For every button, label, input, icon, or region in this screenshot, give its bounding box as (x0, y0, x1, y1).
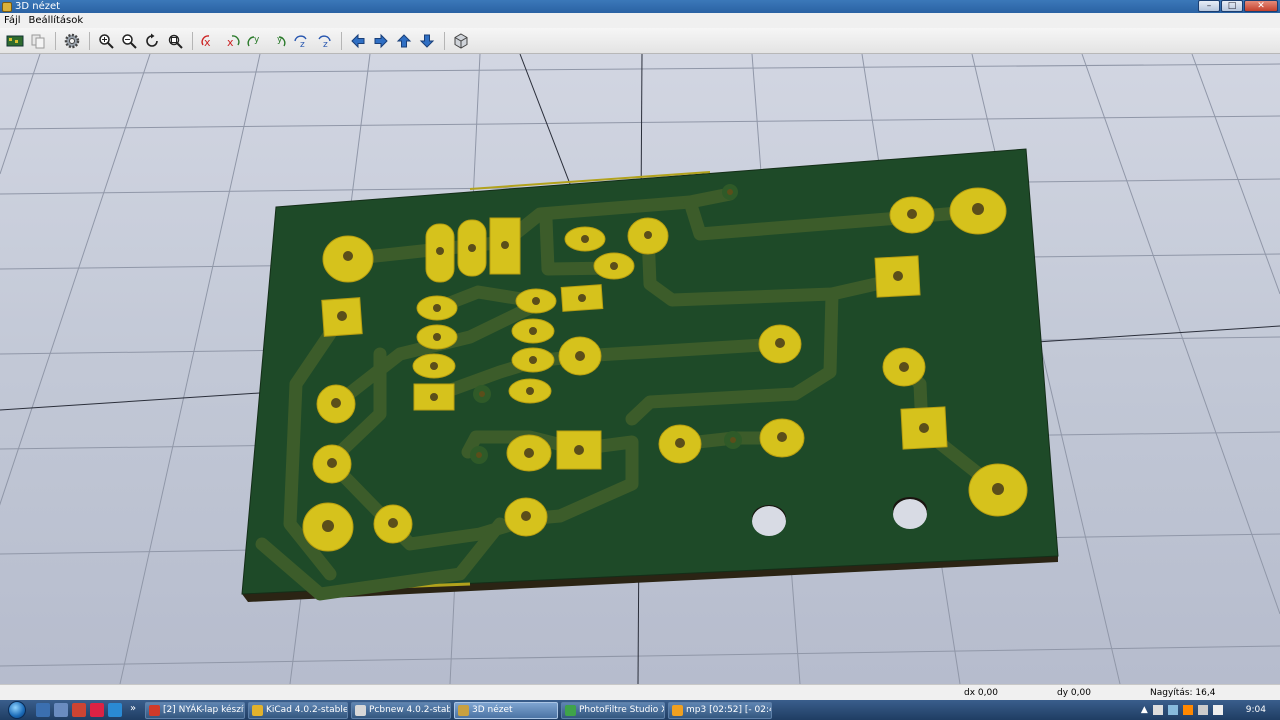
svg-text:y: y (254, 35, 260, 45)
zoom-fit-button[interactable] (164, 30, 186, 52)
close-button[interactable]: ✕ (1244, 0, 1278, 12)
refresh-button[interactable] (141, 30, 163, 52)
svg-text:z: z (323, 40, 328, 49)
clock[interactable]: 9:04 (1246, 705, 1266, 715)
zoom-out-button[interactable] (118, 30, 140, 52)
menu-settings[interactable]: Beállítások (29, 15, 84, 26)
status-dy: dy 0,00 (1057, 688, 1091, 698)
taskbar-item[interactable]: mp3 [02:52] [- 02:46] (668, 701, 772, 719)
ie-icon[interactable] (108, 703, 122, 717)
ortho-button[interactable] (450, 30, 472, 52)
3d-viewport[interactable] (0, 54, 1280, 684)
pcbnew-icon (355, 704, 366, 716)
media-icon[interactable] (72, 703, 86, 717)
rotate-z-cw-button[interactable]: z (290, 30, 312, 52)
network-icon[interactable] (1167, 705, 1178, 715)
menu-bar: Fájl Beállítások (0, 13, 1280, 28)
rotate-y-cw-button[interactable]: y (244, 30, 266, 52)
pan-up-button[interactable] (393, 30, 415, 52)
photofiltre-icon (565, 704, 576, 716)
settings-button[interactable] (61, 30, 83, 52)
svg-text:x: x (204, 36, 211, 49)
arrow-up-icon (396, 33, 412, 47)
rotate-z-icon: z (318, 34, 331, 49)
toolbar: x x y y z z (0, 28, 1280, 54)
security-icon[interactable] (1182, 705, 1193, 715)
gear-icon (64, 33, 80, 48)
arrow-left-icon (351, 33, 365, 48)
explorer-icon[interactable] (54, 703, 68, 717)
title-bar: 3D nézet – □ ✕ (0, 0, 1280, 13)
copy-button[interactable] (27, 30, 49, 52)
opera-icon (149, 704, 160, 716)
pan-right-button[interactable] (370, 30, 392, 52)
kicad-icon (252, 704, 263, 716)
menu-file[interactable]: Fájl (4, 15, 21, 26)
svg-text:z: z (300, 40, 305, 49)
start-button[interactable] (0, 700, 34, 720)
taskbar: » [2] NYÁK-lap készíté... KiCad 4.0.2-st… (0, 700, 1280, 720)
rotate-z-icon: z (294, 34, 307, 49)
taskbar-item[interactable]: PhotoFiltre Studio X (561, 701, 665, 719)
rotate-x-icon: x (201, 34, 211, 49)
rotate-x-ccw-button[interactable]: x (221, 30, 243, 52)
tray-expand-icon[interactable]: ▲ (1141, 705, 1148, 715)
zoom-out-icon (122, 33, 137, 49)
zoom-fit-icon (168, 34, 183, 49)
zoom-in-button[interactable] (95, 30, 117, 52)
toolbar-separator (192, 31, 193, 50)
render-button[interactable] (4, 30, 26, 52)
toolbar-separator (55, 31, 56, 50)
show-desktop-icon[interactable] (36, 703, 50, 717)
opera-icon[interactable] (90, 703, 104, 717)
taskbar-item[interactable]: [2] NYÁK-lap készíté... (145, 701, 245, 719)
toolbar-separator (444, 31, 445, 50)
flag-icon[interactable] (1152, 705, 1163, 715)
cube-icon (454, 32, 468, 49)
svg-text:x: x (227, 36, 234, 49)
rotate-y-ccw-button[interactable]: y (267, 30, 289, 52)
status-zoom: Nagyítás: 16,4 (1150, 688, 1216, 698)
windows-logo-icon (8, 701, 26, 719)
taskbar-item-active[interactable]: 3D nézet (454, 701, 558, 719)
taskbar-item[interactable]: Pcbnew 4.0.2-stable ... (351, 701, 451, 719)
zoom-in-icon (99, 33, 114, 49)
pan-left-button[interactable] (347, 30, 369, 52)
rotate-x-cw-button[interactable]: x (198, 30, 220, 52)
copy-icon (31, 34, 45, 48)
rotate-x-icon: x (227, 34, 240, 49)
arrow-down-icon (419, 34, 435, 48)
arrow-right-icon (374, 33, 388, 48)
volume-icon[interactable] (1212, 705, 1223, 715)
minimize-button[interactable]: – (1198, 0, 1220, 12)
app-icon (2, 1, 12, 12)
toolbar-separator (341, 31, 342, 50)
maximize-button[interactable]: □ (1221, 0, 1243, 12)
taskbar-item[interactable]: KiCad 4.0.2-stable D:... (248, 701, 348, 719)
rotate-y-icon: y (277, 35, 286, 46)
pan-down-button[interactable] (416, 30, 438, 52)
3d-viewer-icon (458, 704, 469, 716)
status-dx: dx 0,00 (964, 688, 998, 698)
more-icon[interactable]: » (126, 703, 140, 717)
media-player-icon (672, 704, 683, 716)
refresh-icon (146, 33, 158, 47)
status-bar: dx 0,00 dy 0,00 Nagyítás: 16,4 (0, 684, 1280, 700)
display-icon[interactable] (1197, 705, 1208, 715)
toolbar-separator (89, 31, 90, 50)
window-title: 3D nézet (15, 1, 61, 12)
rotate-y-icon: y (247, 35, 260, 46)
system-tray: ▲ 9:04 (1141, 700, 1280, 720)
rotate-z-ccw-button[interactable]: z (313, 30, 335, 52)
3d-scene (0, 54, 1280, 684)
board-icon (6, 35, 24, 46)
